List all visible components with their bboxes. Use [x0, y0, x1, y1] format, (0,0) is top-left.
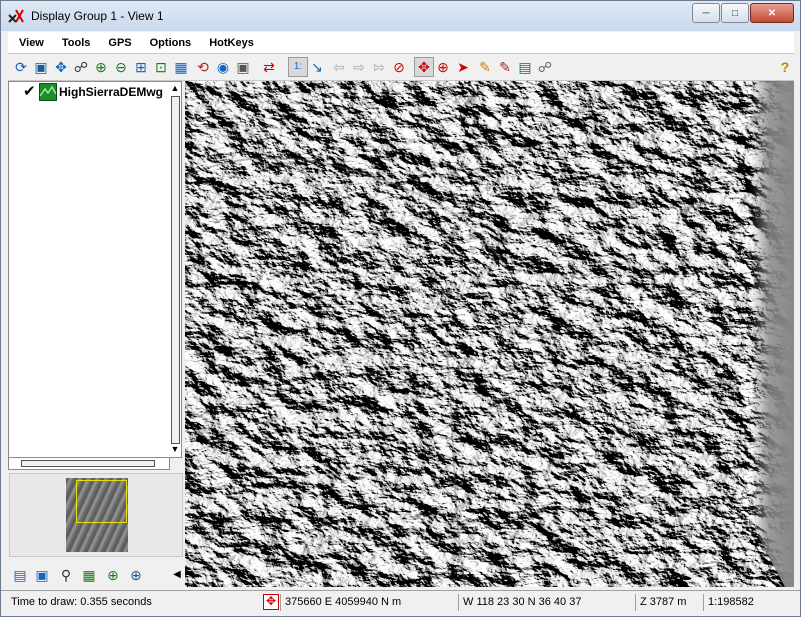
pan-lock-icon[interactable]: ▦: [172, 58, 190, 76]
layer-visible-checkmark-icon[interactable]: ✔: [23, 84, 39, 100]
scroll-thumb[interactable]: [171, 96, 180, 444]
gps-icon[interactable]: ☍: [536, 58, 554, 76]
panel-tools: ▤ ▣ ⚲ ▦ ⊕ ⊕ ◀: [8, 564, 182, 586]
palette-icon[interactable]: ◉: [214, 58, 232, 76]
forward-icon[interactable]: ⇰: [370, 58, 388, 76]
sketch-tool-icon[interactable]: ✎: [476, 58, 494, 76]
scroll-up-icon[interactable]: ▲: [169, 82, 181, 94]
menu-view[interactable]: View: [8, 37, 51, 49]
zoom-to-layer-icon[interactable]: ✥: [52, 58, 70, 76]
refresh-icon[interactable]: ⟲: [194, 58, 212, 76]
toolbar: ⟳ ▣ ✥ ☍ ⊕ ⊖ ⊞ ⊡ ▦ ⟲ ◉ ▣ ⇄ 1: ↘ ⇦ ⇨ ⇰ ⊘ ✥…: [8, 54, 794, 81]
layer-name[interactable]: HighSierraDEMwg: [59, 85, 163, 99]
title-bar[interactable]: Display Group 1 - View 1 ─ □ ✕: [1, 1, 800, 31]
map-coordinates: 375660 E 4059940 N m: [280, 594, 401, 611]
cursor-pointer-icon[interactable]: ↘: [308, 58, 326, 76]
scale-1to1-icon[interactable]: 1:: [288, 57, 308, 77]
scroll-down-icon[interactable]: ▼: [169, 443, 181, 455]
layer-row[interactable]: ✔ HighSierraDEMwg: [23, 83, 163, 101]
zoom-in-icon[interactable]: ⊕: [92, 58, 110, 76]
menu-gps[interactable]: GPS: [97, 37, 138, 49]
map-scale: 1:198582: [703, 594, 754, 611]
zoom-tool-icon[interactable]: ⊕: [434, 58, 452, 76]
snapshot-icon[interactable]: ▣: [234, 58, 252, 76]
layer-manager-icon[interactable]: ▣: [33, 566, 51, 584]
layer-list-vertical-scrollbar[interactable]: ▲ ▼: [169, 81, 182, 458]
legend-tool-icon[interactable]: ✎: [496, 58, 514, 76]
fit-icon[interactable]: ⊡: [152, 58, 170, 76]
hscroll-thumb[interactable]: [21, 460, 155, 467]
shaded-relief-dem-image: [185, 81, 794, 587]
history-back-icon[interactable]: ⇦: [330, 58, 348, 76]
pan-tool-icon[interactable]: ✥: [414, 57, 434, 77]
zoom-out-icon[interactable]: ⊖: [112, 58, 130, 76]
select-arrow-icon[interactable]: ➤: [454, 58, 472, 76]
close-icon[interactable]: ✕: [750, 3, 794, 23]
overview-locator[interactable]: [9, 473, 183, 557]
add-layer-icon[interactable]: ⇄: [260, 58, 278, 76]
collapse-panel-icon[interactable]: ◀: [168, 566, 186, 584]
raster-layer-icon: [39, 83, 57, 101]
zoom-out-small-icon[interactable]: ⊕: [127, 566, 145, 584]
minimize-icon[interactable]: ─: [692, 3, 720, 23]
menu-tools[interactable]: Tools: [51, 37, 98, 49]
print-icon[interactable]: ▤: [516, 58, 534, 76]
menu-options[interactable]: Options: [139, 37, 199, 49]
window-title: Display Group 1 - View 1: [31, 9, 164, 23]
cancel-draw-icon[interactable]: ⊘: [390, 58, 408, 76]
full-view-icon[interactable]: ▣: [32, 58, 50, 76]
zoom-in-small-icon[interactable]: ⊕: [104, 566, 122, 584]
zoom-box-icon[interactable]: ⊞: [132, 58, 150, 76]
coordinate-type-icon[interactable]: ✥: [263, 594, 279, 610]
legend-view-icon[interactable]: ▤: [11, 566, 29, 584]
time-to-draw: Time to draw: 0.355 seconds: [11, 596, 152, 608]
layer-list-horizontal-scrollbar[interactable]: [8, 457, 170, 470]
layer-list: ✔ HighSierraDEMwg: [8, 81, 170, 458]
help-icon[interactable]: ?: [776, 58, 794, 76]
maximize-icon[interactable]: □: [721, 3, 749, 23]
elevation-readout: Z 3787 m: [635, 594, 686, 611]
status-bar: Time to draw: 0.355 seconds ✥ 375660 E 4…: [1, 590, 800, 615]
lat-lon-coordinates: W 118 23 30 N 36 40 37: [458, 594, 581, 611]
menu-bar: View Tools GPS Options HotKeys: [8, 32, 794, 54]
binoculars-icon[interactable]: ☍: [72, 58, 90, 76]
menu-hotkeys[interactable]: HotKeys: [198, 37, 261, 49]
layer-control-panel: ✔ HighSierraDEMwg ▲ ▼ ▤ ▣ ⚲ ▦ ⊕ ⊕ ◀: [8, 81, 183, 587]
map-view[interactable]: [185, 81, 794, 587]
overview-map-icon[interactable]: ▦: [80, 566, 98, 584]
application-window: Display Group 1 - View 1 ─ □ ✕ View Tool…: [0, 0, 801, 617]
zoom-locator-icon[interactable]: ⚲: [57, 566, 75, 584]
history-forward-icon[interactable]: ⇨: [350, 58, 368, 76]
overview-view-extent-box[interactable]: [76, 480, 127, 523]
redraw-icon[interactable]: ⟳: [12, 58, 30, 76]
tntmips-app-icon: [8, 9, 24, 23]
